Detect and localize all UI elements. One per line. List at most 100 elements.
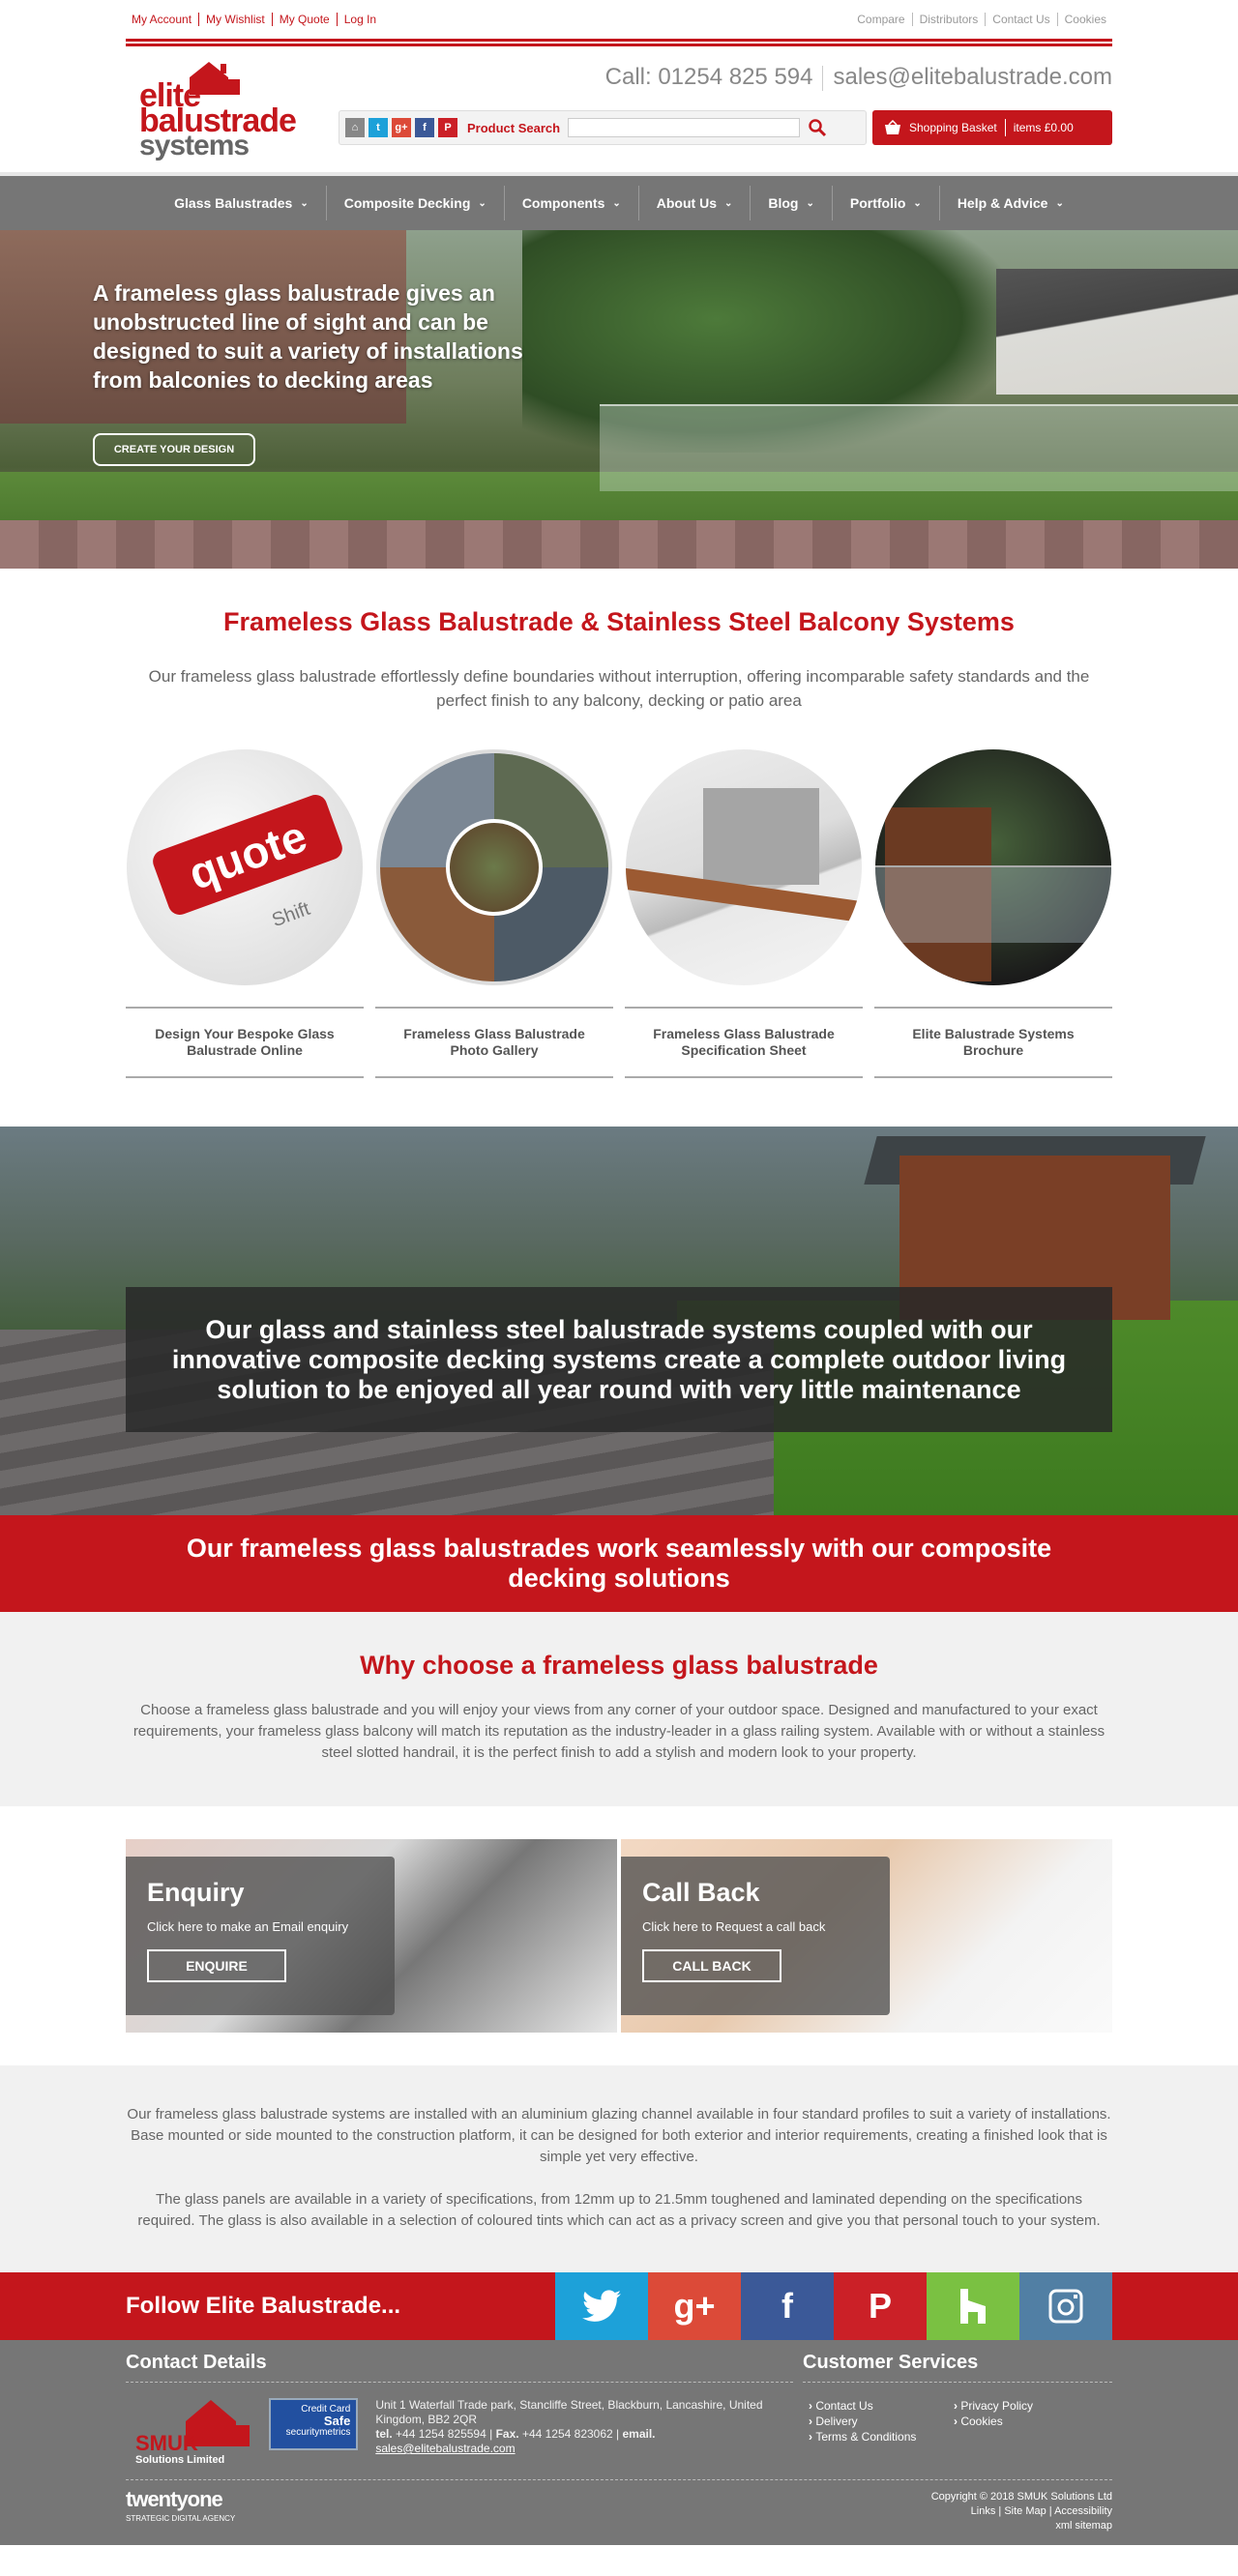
call-back-button[interactable]: CALL BACK [642, 1949, 781, 1982]
customer-services: Customer Services Contact Us Privacy Pol… [803, 2352, 1112, 2466]
nav-glass-balustrades[interactable]: Glass Balustrades ⌄ [157, 186, 327, 220]
agency-name: twentyone [126, 2487, 223, 2511]
basket-label: Shopping Basket [909, 121, 997, 134]
intro-section: Frameless Glass Balustrade & Stainless S… [0, 569, 1238, 1078]
google-plus-small-icon[interactable]: g+ [392, 118, 411, 137]
my-account-link[interactable]: My Account [126, 13, 200, 26]
phone-number[interactable]: Call: 01254 825 594 [605, 64, 813, 90]
enquire-button[interactable]: ENQUIRE [147, 1949, 286, 1982]
agency-tagline: STRATEGIC DIGITAL AGENCY [126, 2514, 236, 2523]
pinterest-icon[interactable]: P [834, 2272, 927, 2340]
card-caption[interactable]: Design Your Bespoke Glass Balustrade Onl… [126, 1007, 364, 1078]
facebook-icon[interactable]: f [741, 2272, 834, 2340]
shopping-basket-button[interactable]: Shopping Basket items £0.00 [872, 110, 1112, 145]
copyright-text: Copyright © 2018 SMUK Solutions Ltd [930, 2491, 1112, 2503]
phone-fax-line: tel. +44 1254 825594 | Fax. +44 1254 823… [375, 2427, 656, 2441]
hero-banner: A frameless glass balustrade gives an un… [0, 230, 1238, 569]
home-icon[interactable]: ⌂ [345, 118, 365, 137]
card-photo-gallery[interactable]: Frameless Glass Balustrade Photo Gallery [375, 749, 613, 1078]
cookies-link[interactable]: Cookies [1058, 13, 1112, 26]
customer-services-title: Customer Services [803, 2352, 1112, 2383]
quote-key-image: quote Shift [127, 749, 363, 985]
feature-cards: quote Shift Design Your Bespoke Glass Ba… [126, 749, 1112, 1078]
smuk-logo-subtext: Solutions Limited [135, 2454, 225, 2466]
twitter-icon[interactable] [555, 2272, 648, 2340]
pinterest-small-icon[interactable]: P [438, 118, 457, 137]
nav-blog[interactable]: Blog ⌄ [751, 186, 833, 220]
facebook-small-icon[interactable]: f [415, 118, 434, 137]
nav-portfolio[interactable]: Portfolio ⌄ [833, 186, 940, 220]
xml-sitemap-link[interactable]: xml sitemap [931, 2519, 1112, 2533]
contact-details: Contact Details SMUK Solutions Limited C… [126, 2352, 793, 2466]
top-bar: My Account My Wishlist My Quote Log In Comp… [126, 0, 1112, 39]
search-bar: ⌂ t g+ f P Product Search [339, 110, 867, 145]
intro-text: Our frameless glass balustrade effortles… [148, 667, 1090, 710]
nav-help-advice[interactable]: Help & Advice ⌄ [940, 186, 1081, 220]
site-footer: Contact Details SMUK Solutions Limited C… [0, 2340, 1238, 2545]
why-title: Why choose a frameless glass balustrade [360, 1651, 878, 1680]
enquiry-title: Enquiry [147, 1878, 245, 1907]
basket-icon [885, 120, 900, 134]
chevron-down-icon: ⌄ [1055, 197, 1064, 209]
smuk-logo[interactable]: SMUK Solutions Limited [126, 2398, 257, 2466]
chevron-down-icon: ⌄ [612, 197, 621, 209]
tel-label: tel. [375, 2427, 393, 2441]
basket-total: items £0.00 [1013, 121, 1074, 134]
follow-bar: Follow Elite Balustrade... g+ f P [0, 2272, 1238, 2340]
info-paragraph: The glass panels are available in a vari… [137, 2191, 1101, 2229]
enquiry-text: Click here to make an Email enquiry [147, 1919, 349, 1934]
call-back-title: Call Back [642, 1878, 760, 1907]
copyright-block: Copyright © 2018 SMUK Solutions Ltd Link… [931, 2490, 1112, 2533]
card-caption[interactable]: Elite Balustrade Systems Brochure [874, 1007, 1112, 1078]
fax-label: Fax. [495, 2427, 519, 2441]
nav-components[interactable]: Components ⌄ [505, 186, 639, 220]
footer-bottom-links[interactable]: Links | Site Map | Accessibility [931, 2504, 1112, 2519]
email-label: email. [622, 2427, 656, 2441]
create-your-design-button[interactable]: CREATE YOUR DESIGN [93, 433, 255, 466]
google-plus-icon[interactable]: g+ [648, 2272, 741, 2340]
my-wishlist-link[interactable]: My Wishlist [199, 13, 273, 26]
footer-link-cookies[interactable]: Cookies [954, 2414, 1099, 2429]
smuk-logo-text: SMUK [135, 2431, 198, 2455]
footer-phone[interactable]: +44 1254 825594 [396, 2427, 486, 2441]
shift-key: Shift [269, 897, 313, 932]
log-in-link[interactable]: Log In [338, 13, 383, 26]
cta-section: Enquiry Click here to make an Email enqu… [0, 1806, 1238, 2065]
card-specification-sheet[interactable]: Frameless Glass Balustrade Specification… [625, 749, 863, 1078]
my-quote-link[interactable]: My Quote [272, 13, 338, 26]
utility-links: Compare Distributors Contact Us Cookies [850, 13, 1112, 26]
enquiry-panel[interactable]: Enquiry Click here to make an Email enqu… [126, 1839, 617, 2033]
call-back-panel[interactable]: Call Back Click here to Request a call b… [621, 1839, 1112, 2033]
badge-line: Safe [323, 2414, 351, 2428]
twitter-small-icon[interactable]: t [368, 118, 388, 137]
houzz-icon[interactable] [927, 2272, 1019, 2340]
decking-overlay-text: Our glass and stainless steel balustrade… [126, 1287, 1112, 1432]
product-search-label: Product Search [467, 120, 561, 135]
card-design-online[interactable]: quote Shift Design Your Bespoke Glass Ba… [126, 749, 364, 1078]
site-logo[interactable]: elite balustrade systems [139, 60, 297, 166]
badge-line: securitymetrics [285, 2427, 351, 2438]
email-address[interactable]: sales@elitebalustrade.com [833, 64, 1112, 90]
contact-details-title: Contact Details [126, 2352, 793, 2383]
instagram-icon[interactable] [1019, 2272, 1112, 2340]
card-brochure[interactable]: Elite Balustrade Systems Brochure [874, 749, 1112, 1078]
card-caption[interactable]: Frameless Glass Balustrade Photo Gallery [375, 1007, 613, 1078]
specification-render-image [626, 749, 862, 985]
nav-about-us[interactable]: About Us ⌄ [639, 186, 752, 220]
hero-headline: A frameless glass balustrade gives an un… [93, 280, 523, 393]
compare-link[interactable]: Compare [850, 13, 913, 26]
footer-link-delivery[interactable]: Delivery [809, 2414, 954, 2429]
contact-us-link[interactable]: Contact Us [986, 13, 1058, 26]
chevron-down-icon: ⌄ [806, 197, 814, 209]
agency-logo[interactable]: twentyone STRATEGIC DIGITAL AGENCY [126, 2487, 236, 2533]
footer-email-link[interactable]: sales@elitebalustrade.com [375, 2442, 515, 2455]
distributors-link[interactable]: Distributors [912, 13, 987, 26]
follow-text: Follow Elite Balustrade... [126, 2293, 401, 2319]
search-input[interactable] [568, 118, 801, 137]
card-caption[interactable]: Frameless Glass Balustrade Specification… [625, 1007, 863, 1078]
footer-link-privacy-policy[interactable]: Privacy Policy [954, 2398, 1099, 2414]
nav-composite-decking[interactable]: Composite Decking ⌄ [327, 186, 505, 220]
search-icon[interactable] [808, 118, 827, 137]
footer-link-terms[interactable]: Terms & Conditions [809, 2429, 954, 2444]
footer-link-contact-us[interactable]: Contact Us [809, 2398, 954, 2414]
